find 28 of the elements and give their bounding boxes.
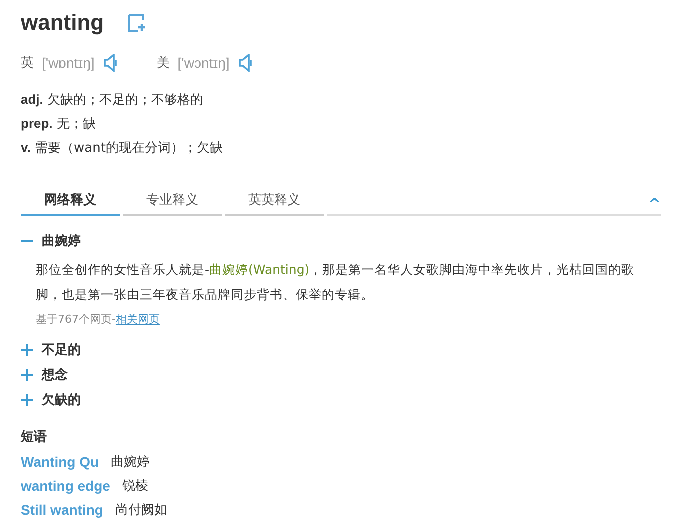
expand-icon[interactable]: [21, 344, 33, 356]
tab[interactable]: 专业释义: [123, 190, 222, 216]
sense-term[interactable]: 欠缺的: [42, 390, 81, 408]
definition: adj. 欠缺的；不足的；不够格的: [21, 91, 205, 110]
sense-term[interactable]: 想念: [42, 366, 68, 384]
tab[interactable]: 英英释义: [225, 190, 324, 216]
add-to-wordbook-icon[interactable]: [128, 14, 148, 32]
speaker-icon[interactable]: [102, 54, 117, 72]
sense-term[interactable]: 曲婉婷: [42, 232, 81, 250]
tab[interactable]: 网络释义: [21, 190, 120, 216]
speaker-icon[interactable]: [238, 54, 252, 72]
headword: wanting: [21, 10, 104, 36]
sense-term[interactable]: 不足的: [42, 340, 81, 358]
phrases-heading: 短语: [21, 429, 48, 447]
definition: prep. 无；缺: [21, 115, 97, 134]
example-sentence: 那位全创作的女性音乐人就是-曲婉婷(Wanting)，那是第一名华人女歌脚由海中率先收片，光枯回国的歌脚，也是第一张由三年夜音乐品牌同步背书、保举的专辑。: [36, 261, 636, 304]
expand-icon[interactable]: [21, 394, 33, 406]
expand-icon[interactable]: [21, 368, 33, 380]
phonetic: ['wɒntɪŋ]: [42, 55, 95, 71]
definition: v. 需要（want的现在分词）；欠缺: [21, 139, 224, 158]
phonetic: ['wɔntɪŋ]: [178, 55, 230, 71]
accent-label: 美: [156, 55, 170, 72]
source-note: 基于767个网页-: [36, 313, 116, 326]
phrase-meaning: 锐棱: [122, 478, 148, 495]
phrase-meaning: 曲婉婷: [111, 454, 150, 471]
phrase-meaning: 尚付阙如: [115, 502, 168, 519]
accent-label: 英: [21, 55, 34, 72]
related-pages-link[interactable]: 相关网页: [116, 313, 160, 326]
